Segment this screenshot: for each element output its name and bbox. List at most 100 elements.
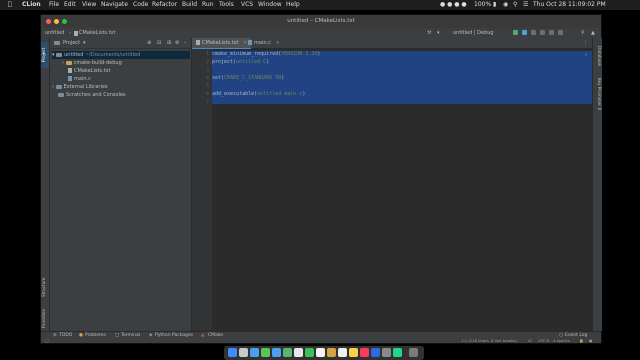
code-line-2[interactable]: project(untitled C) <box>212 58 269 66</box>
debug-icon[interactable] <box>522 30 527 35</box>
tree-item-main-c[interactable]: main.c <box>68 75 91 83</box>
clion-icon[interactable] <box>393 348 402 357</box>
menu-build[interactable]: Build <box>182 0 197 10</box>
menu-view[interactable]: View <box>82 0 96 10</box>
chevron-down-icon: ▾ <box>437 30 440 36</box>
menu-edit[interactable]: Edit <box>64 0 76 10</box>
inspection-ok-icon[interactable]: ✓ <box>584 52 588 58</box>
minimize-window-button[interactable] <box>54 19 59 24</box>
tree-item-cmake-build-debug[interactable]: › cmake-build-debug <box>62 59 122 67</box>
breadcrumb-file[interactable]: CMakeLists.txt <box>79 28 115 38</box>
datetime[interactable]: Thu Oct 28 11:09:02 PM <box>533 0 606 10</box>
tool-tab-project[interactable]: Project <box>41 42 49 68</box>
apple-icon[interactable]:  <box>8 0 12 10</box>
status-icons[interactable]: ● ● ● ● <box>440 0 467 10</box>
coverage-icon[interactable] <box>531 30 536 35</box>
project-panel-header: Project ▾ ⊕ ⊟ ⊞ ⚙ – <box>50 38 191 49</box>
project-panel: Project ▾ ⊕ ⊟ ⊞ ⚙ – ▾ untitled ~/Documen… <box>50 38 192 331</box>
tree-item-root[interactable]: ▾ untitled ~/Documents/untitled <box>52 51 190 59</box>
menu-file[interactable]: File <box>49 0 59 10</box>
tree-item-label: untitled <box>64 52 84 58</box>
contacts-icon[interactable] <box>327 348 336 357</box>
file-encoding[interactable]: UTF-8 <box>538 338 549 343</box>
finder-icon[interactable] <box>228 348 237 357</box>
music-icon[interactable] <box>360 348 369 357</box>
trash-icon[interactable] <box>409 348 418 357</box>
caret-position[interactable]: 1:1 (118 chars, 6 line breaks) <box>461 338 517 343</box>
tree-item-external-libraries[interactable]: › External Libraries <box>52 83 108 91</box>
control-center-icon[interactable]: ☰ <box>523 0 528 10</box>
line-number: 7 <box>206 100 209 105</box>
menu-help[interactable]: Help <box>286 0 300 10</box>
locate-file-icon[interactable]: ⊕ <box>147 38 151 48</box>
tool-tab-structure[interactable]: Structure <box>41 274 49 300</box>
tab-options-icon[interactable]: ⋮ <box>583 38 588 48</box>
breadcrumb-project[interactable]: untitled <box>45 28 64 38</box>
editor-tab-cmakelists[interactable]: CMakeLists.txt × <box>192 38 252 49</box>
tool-tab-favorites[interactable]: Favorites <box>41 306 49 332</box>
project-view-selector[interactable]: Project <box>63 38 80 48</box>
messages-icon[interactable] <box>261 348 270 357</box>
menu-vcs[interactable]: VCS <box>241 0 253 10</box>
search-icon[interactable]: ⚲ <box>513 0 517 10</box>
menu-window[interactable]: Window <box>258 0 282 10</box>
safari-icon[interactable] <box>250 348 259 357</box>
tree-item-label: CMakeLists.txt <box>74 68 111 74</box>
project-view-icon <box>54 41 60 45</box>
tree-item-label: Scratches and Consoles <box>66 92 126 98</box>
tool-tab-database[interactable]: Database <box>594 46 602 72</box>
launchpad-icon[interactable] <box>239 348 248 357</box>
expand-all-icon[interactable]: ⊞ <box>167 38 171 48</box>
code-line-6[interactable]: add_executable(untitled main.c) <box>212 90 305 98</box>
maps-icon[interactable] <box>283 348 292 357</box>
collapse-all-icon[interactable]: ⊟ <box>157 38 161 48</box>
notes-icon[interactable] <box>349 348 358 357</box>
line-number: 4 <box>206 76 209 81</box>
run-config-selector[interactable]: untitled | Debug <box>453 28 494 38</box>
build-hammer-icon[interactable]: ⚒ <box>427 28 431 38</box>
code-line-4[interactable]: set(CMAKE_C_STANDARD 99) <box>212 74 284 82</box>
tree-item-scratches[interactable]: Scratches and Consoles <box>58 91 126 99</box>
menu-refactor[interactable]: Refactor <box>152 0 177 10</box>
stop-icon[interactable] <box>549 30 554 35</box>
chevron-down-icon[interactable]: ▾ <box>83 38 86 48</box>
search-everywhere-icon[interactable]: ⚲ <box>581 28 585 38</box>
gear-icon[interactable]: ⚙ <box>175 38 179 48</box>
profile-icon[interactable] <box>540 30 545 35</box>
system-preferences-icon[interactable] <box>382 348 391 357</box>
battery-percent[interactable]: 100% <box>474 0 491 10</box>
editor-tab-main-c[interactable]: main.c × <box>244 38 284 48</box>
tree-item-cmakelists[interactable]: CMakeLists.txt <box>68 67 110 75</box>
app-store-icon[interactable] <box>371 348 380 357</box>
battery-icon: ▮ <box>493 1 497 8</box>
status-message-icon[interactable]: □ <box>45 338 49 343</box>
build-icon[interactable] <box>558 30 563 35</box>
code-lines[interactable]: cmake_minimum_required(VERSION 3.20) pro… <box>212 49 592 119</box>
zoom-window-button[interactable] <box>62 19 67 24</box>
run-icon[interactable] <box>513 30 518 35</box>
update-icon[interactable]: ▲ <box>591 28 595 38</box>
indent-setting[interactable]: 4 spaces <box>553 338 570 343</box>
calendar-icon[interactable] <box>316 348 325 357</box>
menu-navigate[interactable]: Navigate <box>101 0 128 10</box>
tool-tab-key-promoter[interactable]: Key Promoter X <box>594 78 602 118</box>
line-number: 6 <box>206 92 209 97</box>
status-bar: □ 1:1 (118 chars, 6 line breaks) LF UTF-… <box>41 338 601 343</box>
mail-icon[interactable] <box>272 348 281 357</box>
menu-run[interactable]: Run <box>202 0 214 10</box>
line-separator[interactable]: LF <box>528 338 532 343</box>
close-tab-icon[interactable]: × <box>275 40 279 46</box>
close-window-button[interactable] <box>46 19 51 24</box>
hide-panel-icon[interactable]: – <box>184 38 187 48</box>
menu-tools[interactable]: Tools <box>219 0 234 10</box>
notifications-icon[interactable]: ● <box>589 338 592 343</box>
reminders-icon[interactable] <box>338 348 347 357</box>
menu-code[interactable]: Code <box>133 0 148 10</box>
tab-label: main.c <box>254 40 271 46</box>
wifi-icon[interactable]: ◉ <box>503 0 508 10</box>
photos-icon[interactable] <box>294 348 303 357</box>
facetime-icon[interactable] <box>305 348 314 357</box>
lock-icon[interactable]: 🔒 <box>579 338 584 343</box>
code-line-1[interactable]: cmake_minimum_required(VERSION 3.20) <box>212 50 320 58</box>
app-menu[interactable]: CLion <box>22 0 41 10</box>
